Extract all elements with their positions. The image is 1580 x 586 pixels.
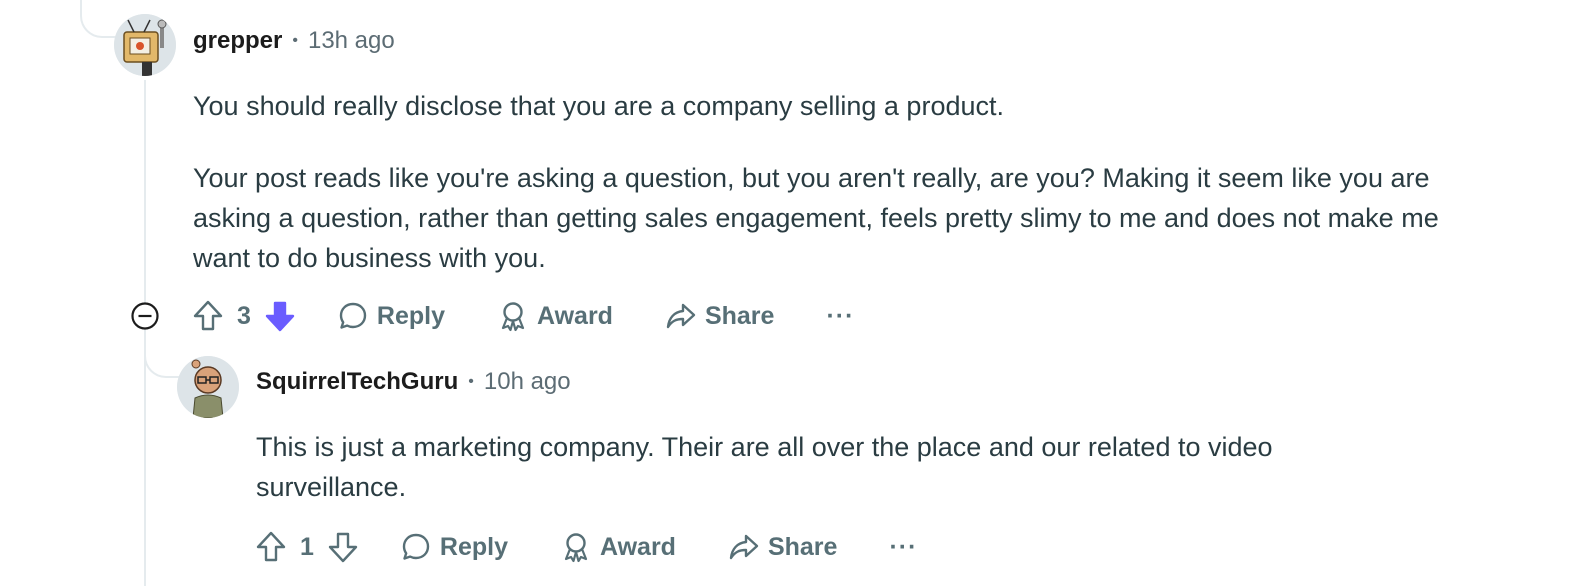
- more-options-icon: ···: [826, 301, 855, 330]
- avatar[interactable]: [177, 356, 239, 418]
- robot-avatar-icon: [114, 14, 176, 76]
- award-label: Award: [600, 532, 676, 561]
- comment-meta: SquirrelTechGuru • 10h ago: [256, 365, 571, 399]
- upvote-button[interactable]: [254, 530, 288, 564]
- downvote-button[interactable]: [326, 530, 360, 564]
- downvote-button[interactable]: [263, 299, 297, 333]
- comment-actions: 3 Reply Award Share ···: [191, 294, 854, 338]
- thread-line-parent[interactable]: [144, 80, 146, 586]
- award-button[interactable]: Award: [497, 300, 613, 332]
- award-button[interactable]: Award: [560, 531, 676, 563]
- comment-body: You should really disclose that you are …: [193, 86, 1483, 278]
- thread-connector-top: [80, 0, 116, 38]
- comment-body: This is just a marketing company. Their …: [256, 427, 1376, 507]
- comment-paragraph: Your post reads like you're asking a que…: [193, 163, 1439, 273]
- collapse-minus-icon: [131, 302, 159, 330]
- share-button[interactable]: Share: [665, 300, 774, 332]
- share-arrow-icon: [666, 303, 696, 329]
- meta-separator: •: [292, 32, 298, 49]
- share-button[interactable]: Share: [728, 531, 837, 563]
- comment-meta: grepper • 13h ago: [193, 24, 395, 58]
- downvote-arrow-icon: [328, 532, 358, 563]
- upvote-button[interactable]: [191, 299, 225, 333]
- thread-connector-reply: [144, 340, 180, 378]
- vote-score: 3: [237, 301, 251, 330]
- meta-separator: •: [468, 373, 474, 390]
- comment-actions: 1 Reply Award Share ···: [254, 525, 917, 569]
- reply-button[interactable]: Reply: [337, 300, 445, 332]
- author-name[interactable]: SquirrelTechGuru: [256, 368, 458, 396]
- author-name[interactable]: grepper: [193, 27, 282, 55]
- reply-label: Reply: [439, 532, 508, 561]
- vote-score: 1: [300, 532, 314, 561]
- share-label: Share: [767, 532, 838, 561]
- comment-timestamp[interactable]: 13h ago: [308, 27, 395, 55]
- award-label: Award: [537, 301, 613, 330]
- reply-label: Reply: [376, 301, 445, 330]
- chat-bubble-icon: [402, 533, 430, 560]
- more-options-button[interactable]: ···: [826, 302, 854, 331]
- chat-bubble-icon: [339, 302, 367, 329]
- upvote-arrow-icon: [193, 300, 223, 331]
- comment-paragraph: You should really disclose that you are …: [193, 91, 1004, 121]
- avatar[interactable]: [114, 14, 176, 76]
- upvote-arrow-icon: [256, 531, 286, 562]
- share-label: Share: [704, 301, 775, 330]
- reply-button[interactable]: Reply: [400, 531, 508, 563]
- more-options-button[interactable]: ···: [889, 533, 917, 562]
- share-arrow-icon: [729, 534, 759, 560]
- award-ribbon-icon: [501, 302, 525, 332]
- more-options-icon: ···: [889, 532, 918, 561]
- collapse-thread-button[interactable]: [130, 301, 160, 331]
- comment-timestamp[interactable]: 10h ago: [484, 368, 571, 396]
- downvote-arrow-filled-icon: [265, 301, 295, 332]
- squirrel-avatar-icon: [177, 356, 239, 418]
- award-ribbon-icon: [564, 533, 588, 563]
- comment-paragraph: This is just a marketing company. Their …: [256, 432, 1273, 502]
